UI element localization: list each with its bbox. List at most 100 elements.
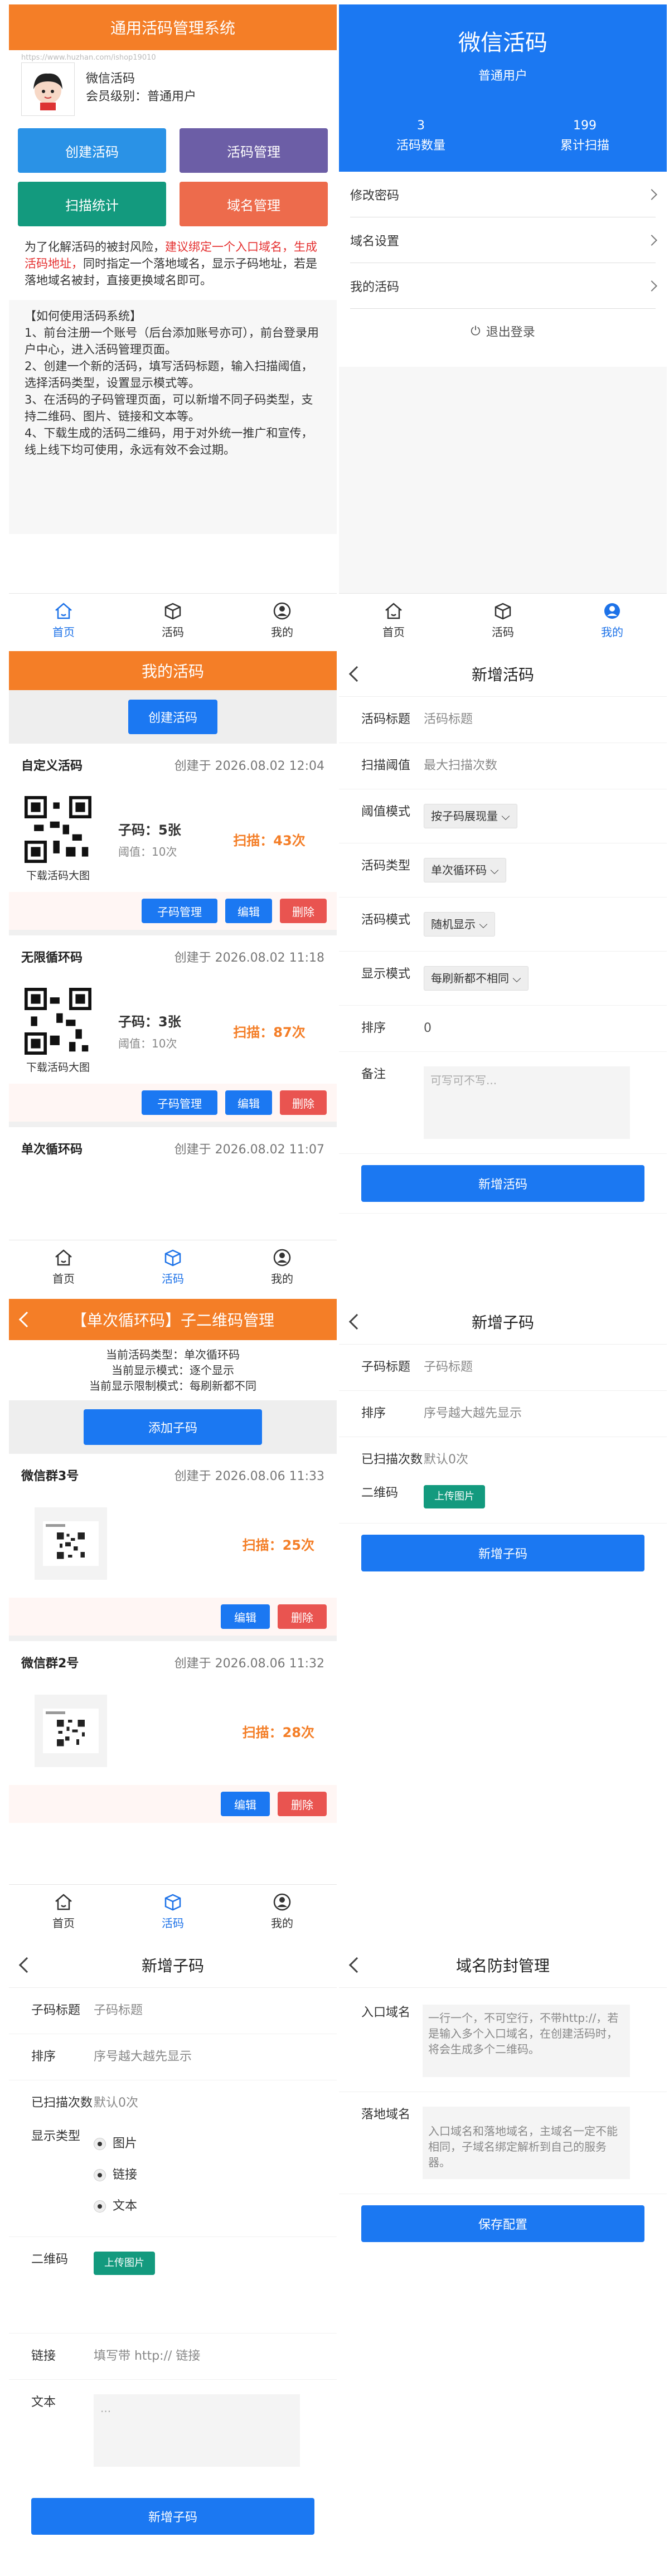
submit-new-subcode-button[interactable]: 新增子码 (31, 2498, 314, 2535)
download-qr-link[interactable]: 下载活码大图 (26, 867, 90, 882)
link-input[interactable]: 填写带 http:// 链接 (94, 2348, 337, 2365)
tab-codes[interactable]: 活码 (118, 1885, 227, 1938)
box-icon (164, 1249, 181, 1267)
landing-domain-textarea[interactable]: 入口域名和落地域名，主域名一定不能相同，子域名绑定解析到自己的服务器。 (423, 2107, 630, 2179)
submit-area: 保存配置 (339, 2194, 667, 2253)
upload-image-button[interactable]: 上传图片 (94, 2252, 155, 2275)
tab-home[interactable]: 首页 (9, 1240, 118, 1293)
back-arrow-icon[interactable] (18, 1957, 35, 1973)
field-label: 排序 (31, 2050, 56, 2064)
domain-manage-button[interactable]: 域名管理 (180, 182, 328, 226)
remark-textarea[interactable]: 可写可不写... (424, 1066, 630, 1139)
form-row: 子码标题 子码标题 (9, 1988, 337, 2034)
menu-domain-settings[interactable]: 域名设置 (350, 217, 657, 263)
card-name: 微信群2号 (21, 1657, 79, 1671)
member-level: 会员级别：普通用户 (86, 90, 197, 104)
tab-bar: 首页 活码 我的 (9, 1240, 337, 1293)
field-label: 已扫描次数 (361, 1453, 423, 1467)
download-qr-link[interactable]: 下载活码大图 (26, 1059, 90, 1074)
subcode-title-input[interactable]: 子码标题 (424, 1359, 667, 1376)
tab-mine[interactable]: 我的 (227, 594, 337, 647)
display-mode-select[interactable]: 每刷新都不相同 ⌵ (424, 966, 529, 991)
scan-count: 扫描：87次 (233, 1024, 306, 1040)
scanned-count-input[interactable]: 默认0次 (94, 2095, 337, 2112)
threshold-mode-select[interactable]: 按子码展现量 ⌵ (424, 804, 517, 828)
threshold-input[interactable]: 最大扫描次数 (424, 758, 667, 774)
scan-stats-button[interactable]: 扫描统计 (18, 182, 166, 226)
avatar[interactable] (21, 62, 75, 116)
radio-text[interactable]: 文本 (94, 2191, 337, 2222)
select-value: 按子码展现量 (431, 809, 498, 823)
tab-home[interactable]: 首页 (339, 594, 448, 647)
tab-codes[interactable]: 活码 (448, 594, 558, 647)
delete-button[interactable]: 删除 (278, 1604, 327, 1629)
qr-thumbnail[interactable] (35, 1695, 107, 1767)
tab-codes[interactable]: 活码 (118, 594, 227, 647)
add-subcode-button[interactable]: 添加子码 (84, 1409, 262, 1445)
submit-new-code-button[interactable]: 新增活码 (361, 1165, 644, 1202)
back-arrow-icon[interactable] (348, 666, 365, 682)
chevron-down-icon: ⌵ (512, 972, 521, 985)
qr-code-icon (25, 795, 91, 863)
delete-button[interactable]: 删除 (280, 1090, 327, 1115)
edit-button[interactable]: 编辑 (221, 1792, 270, 1816)
card-head: 微信群2号 创建于 2026.08.06 11:32 (9, 1641, 337, 1684)
subcode-title-input[interactable]: 子码标题 (94, 2002, 337, 2019)
tab-mine[interactable]: 我的 (227, 1240, 337, 1293)
text-textarea[interactable]: ... (94, 2394, 300, 2467)
create-code-button[interactable]: 创建活码 (128, 700, 217, 734)
subcode-info: 当前活码类型：单次循环码 当前显示模式：逐个显示 当前显示限制模式：每刷新都不同 (9, 1340, 337, 1400)
sort-input[interactable]: 序号越大越先显示 (424, 1405, 667, 1422)
delete-button[interactable]: 删除 (278, 1792, 327, 1816)
threshold: 阈值：10次 (118, 845, 177, 858)
entry-domain-textarea[interactable]: 一行一个，不可空行，不带http://，若是输入多个入口域名，在创建活码时，将会… (423, 2005, 630, 2077)
tab-codes[interactable]: 活码 (118, 1240, 227, 1293)
upload-image-button[interactable]: 上传图片 (424, 1485, 485, 1508)
code-mode-select[interactable]: 随机显示 ⌵ (424, 912, 495, 937)
qr-thumbnail[interactable] (35, 1507, 107, 1580)
page-title: 新增活码 (471, 665, 534, 684)
edit-button[interactable]: 编辑 (221, 1604, 270, 1629)
radio-image[interactable]: 图片 (94, 2128, 337, 2160)
profile-screen: 微信活码 普通用户 3 活码数量 199 累计扫描 修改密码 域名设置 我的活码 ⏻… (339, 4, 667, 647)
menu-label: 我的活码 (350, 280, 400, 294)
logout-button[interactable]: ⏻ 退出登录 (339, 309, 667, 353)
tab-mine[interactable]: 我的 (227, 1885, 337, 1938)
save-config-button[interactable]: 保存配置 (361, 2205, 644, 2242)
back-arrow-icon[interactable] (348, 1313, 365, 1330)
edit-button[interactable]: 编辑 (225, 1090, 272, 1115)
radio-link[interactable]: 链接 (94, 2160, 337, 2191)
submit-new-subcode-button[interactable]: 新增子码 (361, 1535, 644, 1571)
sort-input[interactable]: 序号越大越先显示 (94, 2049, 337, 2065)
code-type-select[interactable]: 单次循环码 ⌵ (424, 858, 506, 882)
tab-codes-label: 活码 (162, 1272, 184, 1285)
sub-manage-button[interactable]: 子码管理 (142, 899, 217, 923)
form-row: 已扫描次数 默认0次 (339, 1437, 667, 1483)
menu-change-password[interactable]: 修改密码 (350, 172, 657, 217)
tab-mine[interactable]: 我的 (558, 594, 667, 647)
scanned-count-input[interactable]: 默认0次 (424, 1452, 667, 1468)
edit-button[interactable]: 编辑 (225, 899, 272, 923)
card-body: 扫描：28次 (9, 1684, 337, 1778)
page-title: 新增子码 (471, 1313, 534, 1332)
info-line: 当前显示限制模式：每刷新都不同 (89, 1379, 256, 1393)
home-icon (55, 603, 72, 619)
menu-label: 域名设置 (350, 234, 400, 249)
title-input[interactable]: 活码标题 (424, 711, 667, 728)
back-arrow-icon[interactable] (18, 1311, 35, 1328)
delete-button[interactable]: 删除 (280, 899, 327, 923)
howto-block: 【如何使用活码系统】 1、前台注册一个账号（后台添加账号亦可），前台登录用户中心… (9, 300, 337, 534)
tab-home[interactable]: 首页 (9, 1885, 118, 1938)
sort-input[interactable]: 0 (424, 1020, 667, 1037)
threshold: 阈值：10次 (118, 1037, 177, 1050)
qr-block[interactable]: 下载活码大图 (9, 795, 107, 882)
sub-manage-button[interactable]: 子码管理 (142, 1090, 217, 1115)
back-arrow-icon[interactable] (348, 1957, 365, 1973)
field-label: 二维码 (361, 1486, 399, 1500)
create-code-button[interactable]: 创建活码 (18, 128, 166, 173)
menu-my-codes[interactable]: 我的活码 (350, 263, 657, 309)
tab-home[interactable]: 首页 (9, 594, 118, 647)
manage-code-button[interactable]: 活码管理 (180, 128, 328, 173)
qr-block[interactable]: 下载活码大图 (9, 987, 107, 1074)
field-label: 已扫描次数 (31, 2096, 93, 2110)
